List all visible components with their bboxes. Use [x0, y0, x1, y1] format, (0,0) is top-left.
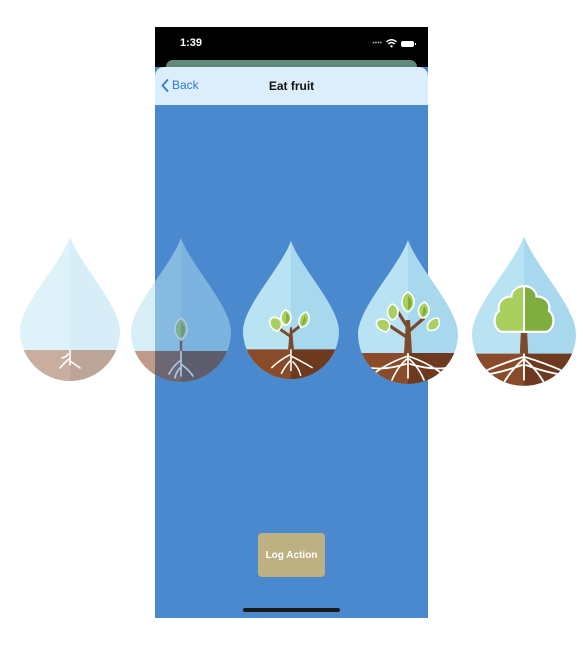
cellular-dots-icon: •••• — [372, 39, 382, 47]
battery-icon — [401, 40, 416, 47]
screen: 1:39 •••• Back Eat fruit Log Action — [0, 0, 584, 646]
growth-stage-sprout — [131, 238, 231, 382]
wifi-icon — [386, 39, 397, 48]
status-icons: •••• — [372, 39, 416, 48]
growth-stage-full-tree — [472, 236, 576, 386]
growth-stage-seed-roots — [20, 237, 120, 381]
page-title: Eat fruit — [268, 79, 315, 93]
log-action-button[interactable]: Log Action — [258, 533, 325, 577]
status-time: 1:39 — [180, 37, 203, 49]
home-indicator — [243, 608, 340, 612]
growth-stage-sapling — [243, 239, 339, 381]
growth-stage-young-tree — [358, 240, 458, 384]
navigation-bar: Back Eat fruit — [155, 67, 428, 105]
